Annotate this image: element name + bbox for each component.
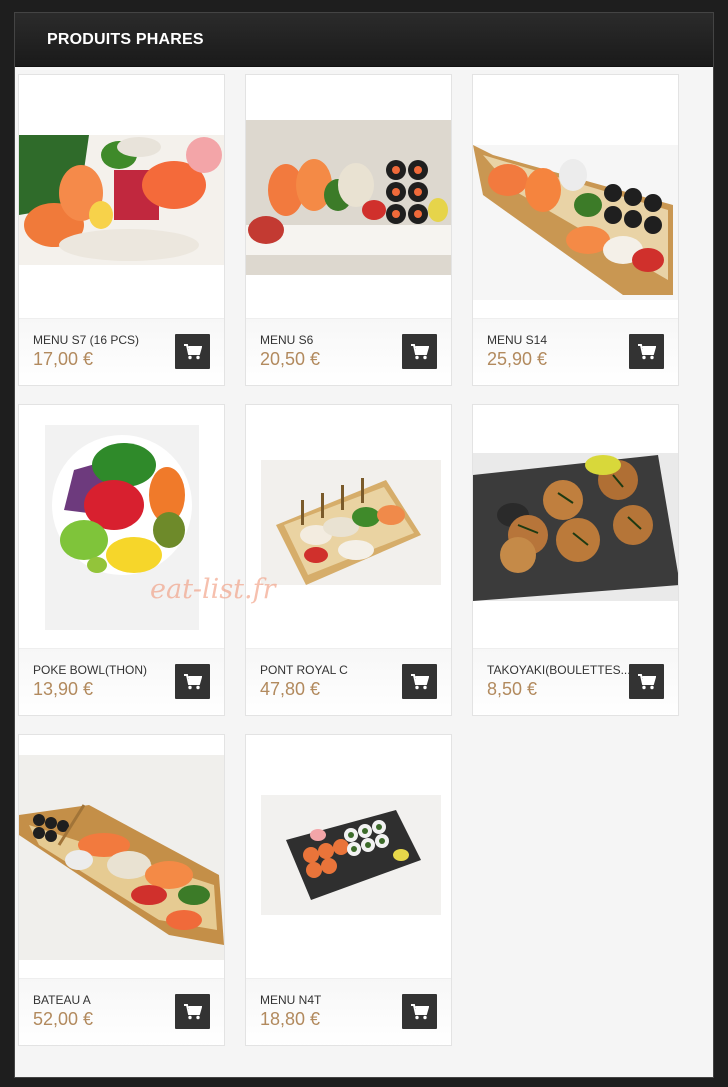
product-price: 18,80 € <box>260 1009 321 1029</box>
add-to-cart-button[interactable] <box>175 664 210 699</box>
shopping-cart-icon <box>410 343 429 359</box>
product-price: 8,50 € <box>487 679 538 699</box>
product-name[interactable]: PONT ROYAL C <box>260 663 348 677</box>
add-to-cart-button[interactable] <box>629 664 664 699</box>
add-to-cart-button[interactable] <box>402 664 437 699</box>
shopping-cart-icon <box>410 1003 429 1019</box>
shopping-cart-icon <box>183 1003 202 1019</box>
shopping-cart-icon <box>183 673 202 689</box>
add-to-cart-button[interactable] <box>175 334 210 369</box>
product-card[interactable]: MENU S6 20,50 € <box>245 74 452 386</box>
product-card[interactable]: PONT ROYAL C 47,80 € <box>245 404 452 716</box>
add-to-cart-button[interactable] <box>629 334 664 369</box>
product-card[interactable]: MENU S14 25,90 € <box>472 74 679 386</box>
product-image-sashimi-platter[interactable] <box>19 75 224 318</box>
product-price: 20,50 € <box>260 349 321 369</box>
product-card[interactable]: BATEAU A 52,00 € <box>18 734 225 1046</box>
product-image-maki-slate[interactable] <box>246 735 451 978</box>
product-price: 17,00 € <box>33 349 94 369</box>
product-image-poke-bowl[interactable] <box>19 405 224 648</box>
product-card[interactable]: MENU S7 (16 PCS) 17,00 € <box>18 74 225 386</box>
product-name[interactable]: POKE BOWL(THON) <box>33 663 147 677</box>
product-name[interactable]: MENU S7 (16 PCS) <box>33 333 139 347</box>
product-card[interactable]: TAKOYAKI(BOULETTES... 8,50 € <box>472 404 679 716</box>
product-name[interactable]: BATEAU A <box>33 993 91 1007</box>
product-name[interactable]: MENU S6 <box>260 333 313 347</box>
shopping-cart-icon <box>410 673 429 689</box>
product-card[interactable]: POKE BOWL(THON) 13,90 € <box>18 404 225 716</box>
product-name[interactable]: MENU N4T <box>260 993 321 1007</box>
product-info: MENU S14 25,90 € <box>473 318 678 385</box>
product-image-sushi-boat-large[interactable] <box>19 735 224 978</box>
add-to-cart-button[interactable] <box>402 994 437 1029</box>
product-name[interactable]: MENU S14 <box>487 333 547 347</box>
product-card[interactable]: MENU N4T 18,80 € <box>245 734 452 1046</box>
product-name[interactable]: TAKOYAKI(BOULETTES... <box>487 663 631 677</box>
shopping-cart-icon <box>637 343 656 359</box>
product-info: POKE BOWL(THON) 13,90 € <box>19 648 224 715</box>
product-image-sushi-plate[interactable] <box>246 75 451 318</box>
product-grid: MENU S7 (16 PCS) 17,00 € MENU S6 20,50 €… <box>18 74 679 1046</box>
product-price: 25,90 € <box>487 349 548 369</box>
product-price: 13,90 € <box>33 679 94 699</box>
product-price: 52,00 € <box>33 1009 94 1029</box>
product-info: TAKOYAKI(BOULETTES... 8,50 € <box>473 648 678 715</box>
panel-title: PRODUITS PHARES <box>47 30 204 48</box>
product-info: MENU S7 (16 PCS) 17,00 € <box>19 318 224 385</box>
product-image-sushi-bridge[interactable] <box>246 405 451 648</box>
product-info: MENU S6 20,50 € <box>246 318 451 385</box>
product-info: MENU N4T 18,80 € <box>246 978 451 1045</box>
product-image-sushi-boat[interactable] <box>473 75 678 318</box>
product-price: 47,80 € <box>260 679 321 699</box>
product-info: PONT ROYAL C 47,80 € <box>246 648 451 715</box>
add-to-cart-button[interactable] <box>402 334 437 369</box>
shopping-cart-icon <box>637 673 656 689</box>
add-to-cart-button[interactable] <box>175 994 210 1029</box>
product-image-takoyaki[interactable] <box>473 405 678 648</box>
panel-header: PRODUITS PHARES <box>15 13 713 67</box>
product-info: BATEAU A 52,00 € <box>19 978 224 1045</box>
shopping-cart-icon <box>183 343 202 359</box>
